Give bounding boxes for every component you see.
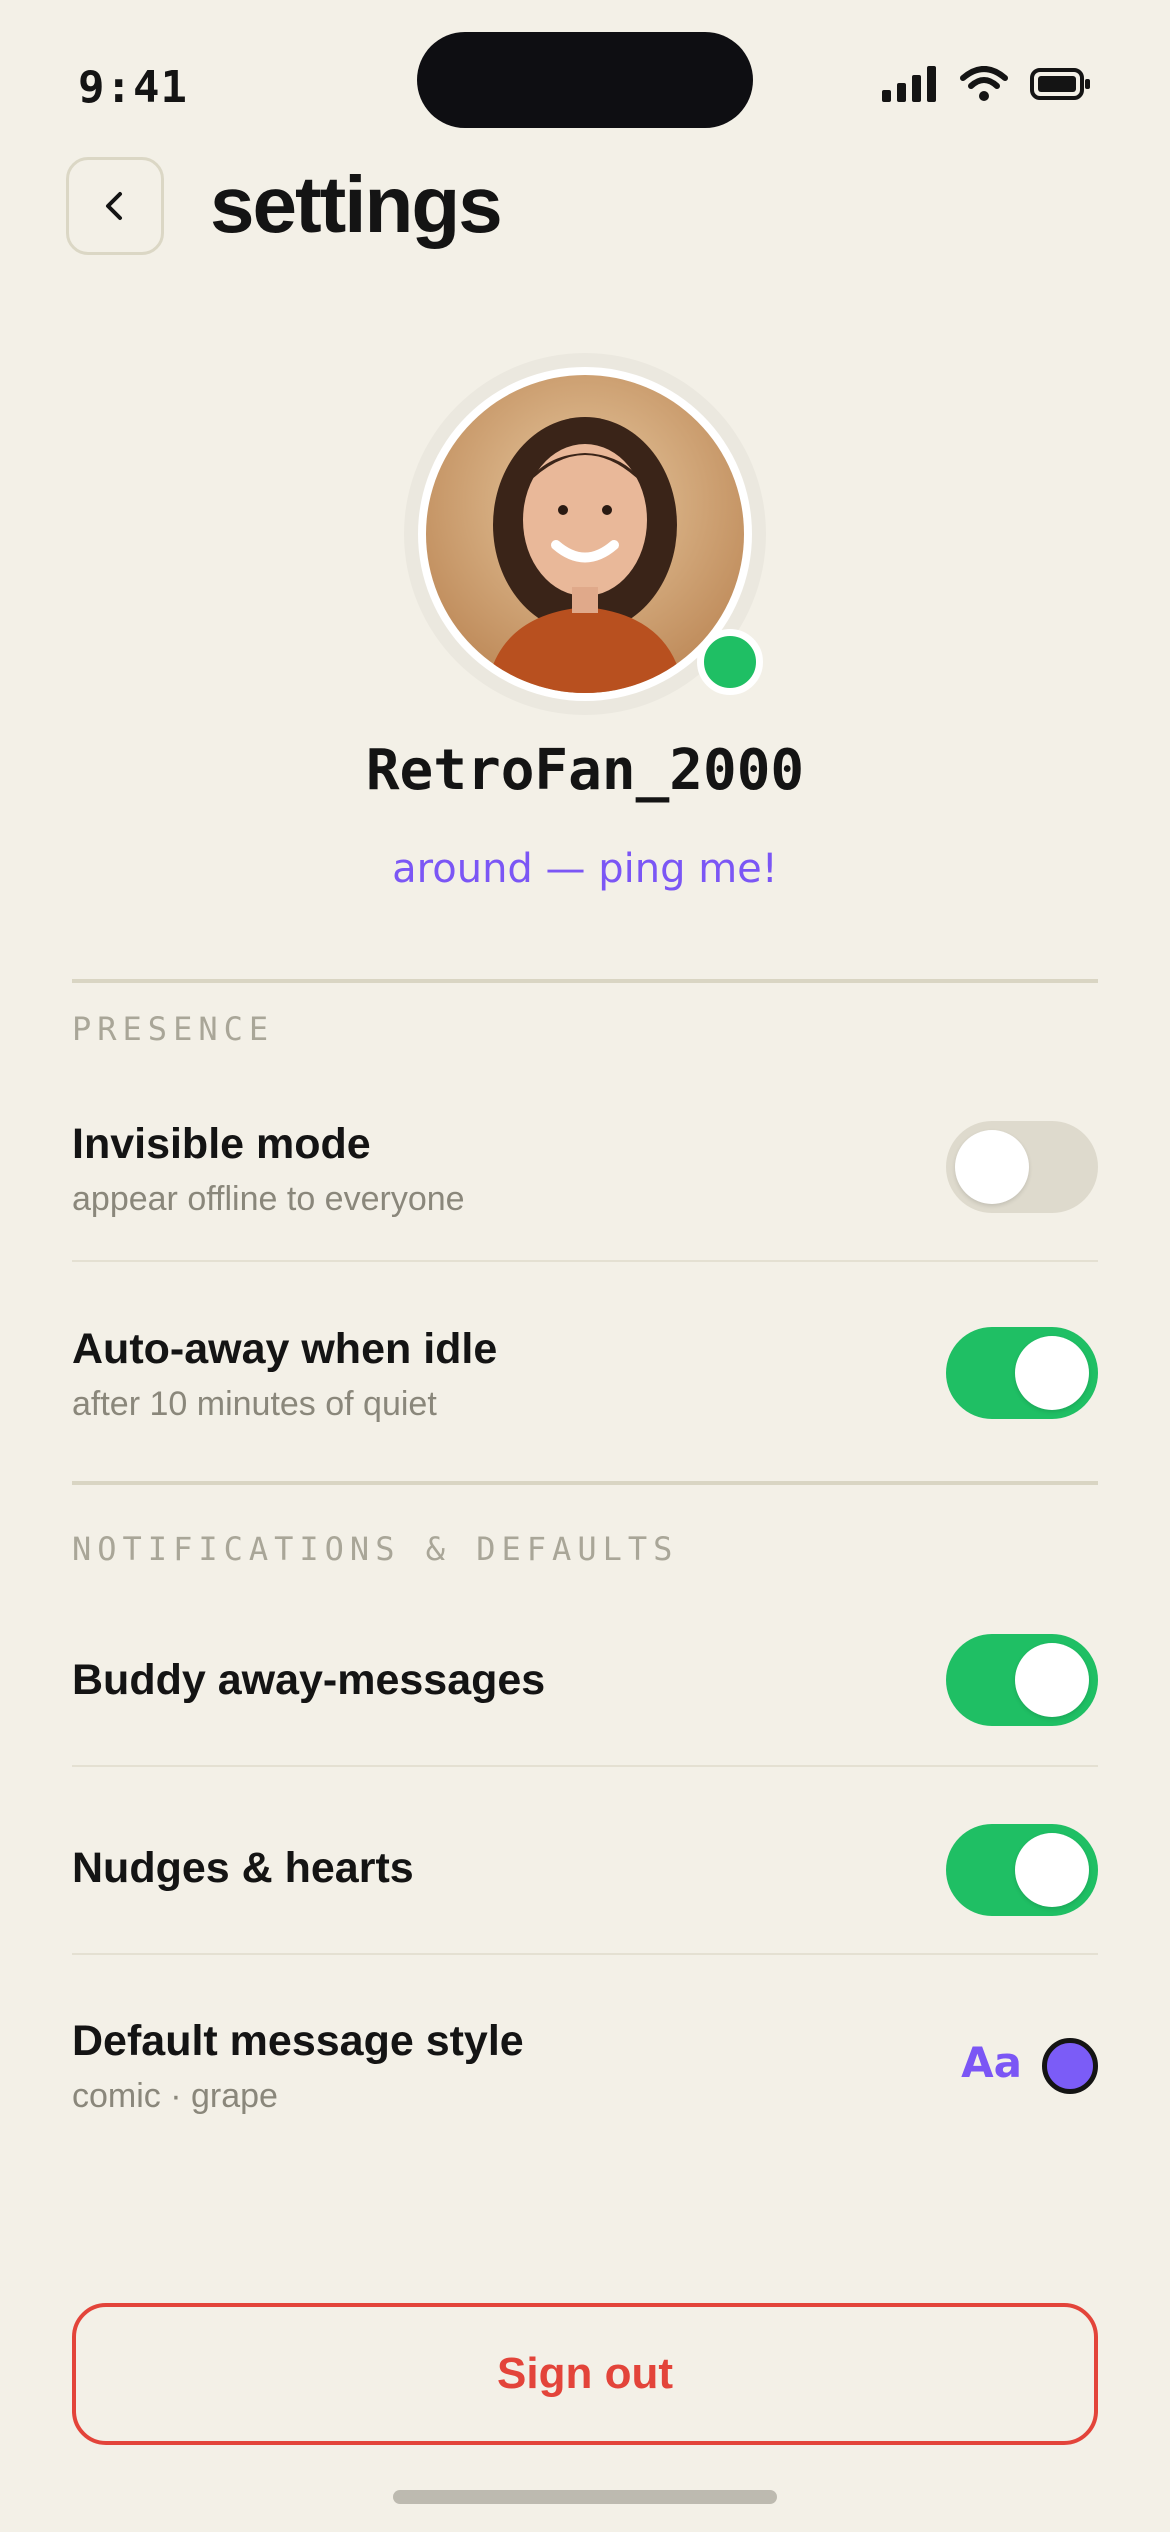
status-icons — [882, 66, 1092, 102]
auto-away-subtitle: after 10 minutes of quiet — [72, 1385, 437, 1423]
invisible-mode-toggle[interactable] — [946, 1121, 1098, 1213]
buddy-away-messages-toggle[interactable] — [946, 1634, 1098, 1726]
page-title: settings — [210, 160, 503, 249]
nudges-hearts-title: Nudges & hearts — [72, 1844, 414, 1892]
home-indicator — [393, 2490, 777, 2504]
invisible-mode-title: Invisible mode — [72, 1120, 371, 1168]
section-divider — [72, 979, 1098, 983]
battery-icon — [1030, 68, 1090, 100]
status-time: 9:41 — [78, 62, 188, 113]
wifi-icon — [960, 66, 1008, 101]
toggle-knob — [955, 1130, 1029, 1204]
toggle-knob — [1015, 1833, 1089, 1907]
row-divider — [72, 1765, 1098, 1767]
message-style-preview[interactable]: Aa — [961, 2038, 1022, 2087]
auto-away-toggle[interactable] — [946, 1327, 1098, 1419]
avatar — [426, 375, 744, 693]
row-divider — [72, 1260, 1098, 1262]
default-message-style-title[interactable]: Default message style — [72, 2017, 524, 2066]
buddy-away-messages-title: Buddy away-messages — [72, 1656, 546, 1704]
back-button[interactable] — [66, 157, 164, 255]
section-divider — [72, 1481, 1098, 1485]
section-label-presence: PRESENCE — [72, 1010, 275, 1048]
chevron-left-icon — [106, 192, 122, 220]
cellular-signal-icon — [882, 66, 936, 102]
away-message[interactable]: around — ping me! — [0, 846, 1170, 892]
online-status-dot — [697, 629, 763, 695]
auto-away-title: Auto-away when idle — [72, 1325, 498, 1373]
invisible-mode-subtitle: appear offline to everyone — [72, 1180, 465, 1218]
dynamic-island — [417, 32, 753, 128]
nudges-hearts-toggle[interactable] — [946, 1824, 1098, 1916]
default-message-style-subtitle: comic · grape — [72, 2077, 278, 2115]
row-divider — [72, 1953, 1098, 1955]
message-color-swatch[interactable] — [1042, 2038, 1098, 2094]
toggle-knob — [1015, 1643, 1089, 1717]
toggle-knob — [1015, 1336, 1089, 1410]
username: RetroFan_2000 — [365, 738, 805, 803]
sign-out-button[interactable]: Sign out — [72, 2303, 1098, 2445]
section-label-notifications: NOTIFICATIONS & DEFAULTS — [72, 1530, 679, 1568]
